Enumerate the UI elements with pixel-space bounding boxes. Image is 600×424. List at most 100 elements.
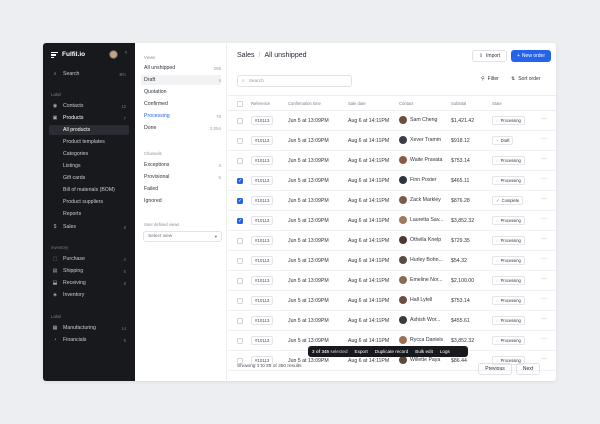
table-row[interactable]: #10113 Jun 5 at 13:09PM Aug 6 at 14:11PM Xe… [228,131,556,151]
sidebar-search[interactable]: ⌕ Search ⌘K [49,69,129,79]
view-confirmed[interactable]: Confirmed [144,99,221,109]
bulk-export-button[interactable]: Export [355,349,368,354]
table-row[interactable]: ✓ #10113 Jun 5 at 13:09PM Aug 6 at 14:11PM Z… [228,191,556,211]
view-processing[interactable]: Processing 78 [144,111,221,121]
next-button[interactable]: Next [516,363,540,375]
reference-badge[interactable]: #10113 [251,336,274,345]
sidebar-sub-all-products[interactable]: All products [49,125,129,135]
col-reference[interactable]: Reference [251,101,270,106]
channel-failed[interactable]: Failed [144,184,221,194]
contact-cell[interactable]: Hall Lytell [399,296,432,304]
sidebar-item-manufacturing[interactable]: ▦ Manufacturing 14 [49,323,129,333]
table-row[interactable]: ✓ #10113 Jun 5 at 13:09PM Aug 6 at 14:11PM F… [228,171,556,191]
sidebar-sub-gift-cards[interactable]: Gift cards [49,173,129,183]
sidebar-item-sales[interactable]: $ Sales 8 [49,222,129,232]
col-sale-date[interactable]: Sale date [348,101,366,106]
bulk-edit-button[interactable]: Bulk edit [415,349,433,354]
reference-badge[interactable]: #10113 [251,276,274,285]
reference-badge[interactable]: #10113 [251,296,274,305]
select-all-checkbox[interactable] [237,101,243,107]
more-options-icon[interactable]: ··· [541,236,547,242]
reference-badge[interactable]: #10113 [251,176,274,185]
breadcrumb-root[interactable]: Sales [237,52,255,59]
row-checkbox[interactable] [237,278,243,284]
search-input[interactable]: ⌕ Search [237,75,352,87]
sidebar-item-financials[interactable]: ◔ Financials 5 [49,335,129,345]
view-done[interactable]: Done 2,054 [144,123,221,133]
contact-cell[interactable]: Willette Paya [399,356,440,364]
row-checkbox[interactable] [237,118,243,124]
sort-order-button[interactable]: ⇅ Sort order [511,76,540,82]
row-checkbox[interactable]: ✓ [237,218,243,224]
contact-cell[interactable]: Rycca Daniels [399,336,443,344]
more-options-icon[interactable]: ··· [541,136,547,142]
row-checkbox[interactable] [237,238,243,244]
row-checkbox[interactable] [237,318,243,324]
table-row[interactable]: #10113 Jun 5 at 13:09PM Aug 6 at 14:11PM Wa… [228,151,556,171]
sidebar-sub-product-templates[interactable]: Product templates [49,137,129,147]
sidebar-item-shipping[interactable]: ▤ Shipping 5 [49,266,129,276]
contact-cell[interactable]: Zack Markley [399,196,441,204]
reference-badge[interactable]: #10113 [251,316,274,325]
reference-badge[interactable]: #10113 [251,236,274,245]
contact-cell[interactable]: Emeline Nor... [399,276,443,284]
reference-badge[interactable]: #10113 [251,116,274,125]
table-row[interactable]: #10113 Jun 5 at 13:09PM Aug 6 at 14:11PM Sa… [228,111,556,131]
contact-cell[interactable]: Ashish Wor... [399,316,440,324]
row-checkbox[interactable] [237,298,243,304]
more-options-icon[interactable]: ··· [541,176,547,182]
bulk-duplicate-button[interactable]: Duplicate record [375,349,408,354]
more-options-icon[interactable]: ··· [541,196,547,202]
select-view-dropdown[interactable]: Select view ▾ [143,231,222,242]
more-options-icon[interactable]: ··· [541,316,547,322]
more-options-icon[interactable]: ··· [541,116,547,122]
col-contact[interactable]: Contact [399,101,413,106]
more-options-icon[interactable]: ··· [541,276,547,282]
view-quotation[interactable]: Quotation [144,87,221,97]
reference-badge[interactable]: #10113 [251,256,274,265]
reference-badge[interactable]: #10113 [251,196,274,205]
bulk-logs-button[interactable]: Logs [440,349,450,354]
brand[interactable]: Fulfil.io [51,51,85,58]
more-options-icon[interactable]: ··· [541,156,547,162]
contact-cell[interactable]: Xever Tramm [399,136,441,144]
more-options-icon[interactable]: ··· [541,356,547,362]
sidebar-item-purchase[interactable]: ⬚ Purchase 4 [49,254,129,264]
sidebar-item-contacts[interactable]: ◉ Contacts 12 [49,101,129,111]
filter-button[interactable]: ⚲ Filter [481,76,499,82]
sidebar-item-inventory[interactable]: ◈ Inventory [49,290,129,300]
table-row[interactable]: #10113 Jun 5 at 13:09PM Aug 6 at 14:11PM Hu… [228,251,556,271]
sidebar-sub-categories[interactable]: Categories [49,149,129,159]
new-order-button[interactable]: + New order [511,50,551,62]
table-row[interactable]: #10113 Jun 5 at 13:09PM Aug 6 at 14:11PM Ha… [228,291,556,311]
view-draft[interactable]: Draft 4 [141,75,221,85]
reference-badge[interactable]: #10113 [251,156,274,165]
row-checkbox[interactable]: ✓ [237,198,243,204]
contact-cell[interactable]: Othella Knelp [399,236,441,244]
more-options-icon[interactable]: ··· [541,296,547,302]
row-checkbox[interactable] [237,138,243,144]
col-subtotal[interactable]: Subtotal [451,101,466,106]
row-checkbox[interactable] [237,258,243,264]
channel-ignored[interactable]: Ignored [144,196,221,206]
contact-cell[interactable]: Sam Cheng [399,116,437,124]
sidebar-sub-listings[interactable]: Listings [49,161,129,171]
contact-cell[interactable]: Finn Poster [399,176,437,184]
col-confirmation-time[interactable]: Confirmation time [288,101,321,106]
channel-exceptions[interactable]: Exceptions 3 [144,160,221,170]
col-state[interactable]: State [492,101,502,106]
reference-badge[interactable]: #10113 [251,136,274,145]
more-options-icon[interactable]: ··· [541,256,547,262]
previous-button[interactable]: Previous [478,363,512,375]
channel-provisional[interactable]: Provisional 5 [144,172,221,182]
sidebar-item-products[interactable]: ▣ Products 7 [49,113,129,123]
view-all-unshipped[interactable]: All unshipped 258 [144,63,221,73]
more-options-icon[interactable]: ··· [541,336,547,342]
user-avatar[interactable] [109,50,118,59]
sidebar-sub-product-suppliers[interactable]: Product suppliers [49,197,129,207]
more-options-icon[interactable]: ··· [541,216,547,222]
row-checkbox[interactable] [237,158,243,164]
row-checkbox[interactable]: ✓ [237,178,243,184]
sidebar-item-receiving[interactable]: ⬓ Receiving 8 [49,278,129,288]
collapse-icon[interactable]: ‹ [125,50,127,56]
